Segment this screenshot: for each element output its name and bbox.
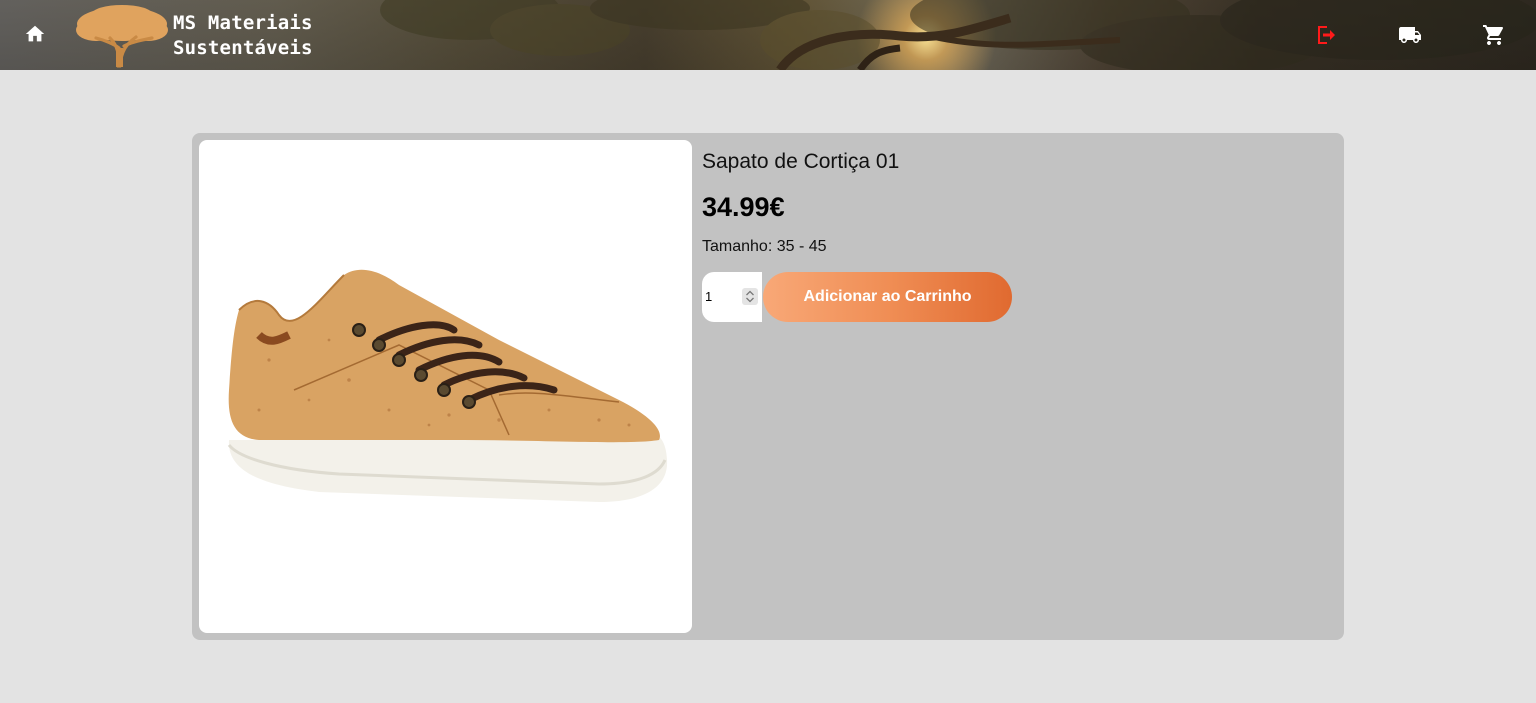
brand-name[interactable]: MS Materiais Sustentáveis: [173, 11, 313, 61]
logout-icon[interactable]: [1314, 23, 1338, 47]
product-price: 34.99€: [702, 192, 785, 222]
product-size: Tamanho: 35 - 45: [702, 238, 827, 255]
product-image-container: [199, 140, 692, 633]
product-card: Sapato de Cortiça 01 34.99€ Tamanho: 35 …: [192, 133, 1344, 640]
add-to-cart-button[interactable]: Adicionar ao Carrinho: [763, 272, 1012, 322]
brand-line-2: Sustentáveis: [173, 37, 313, 59]
brand-line-1: MS Materiais: [173, 12, 313, 34]
cart-icon[interactable]: [1482, 23, 1506, 47]
product-name: Sapato de Cortiça 01: [702, 150, 900, 173]
logo-tree-icon[interactable]: [74, 4, 170, 68]
home-icon[interactable]: [24, 23, 46, 45]
quantity-stepper[interactable]: 1: [702, 272, 762, 322]
header-bar: MS Materiais Sustentáveis: [0, 0, 1536, 70]
cork-sneaker-image: [227, 269, 668, 502]
quantity-value[interactable]: 1: [705, 289, 712, 304]
spinner-arrows-icon[interactable]: [742, 288, 758, 305]
truck-icon[interactable]: [1398, 23, 1422, 47]
